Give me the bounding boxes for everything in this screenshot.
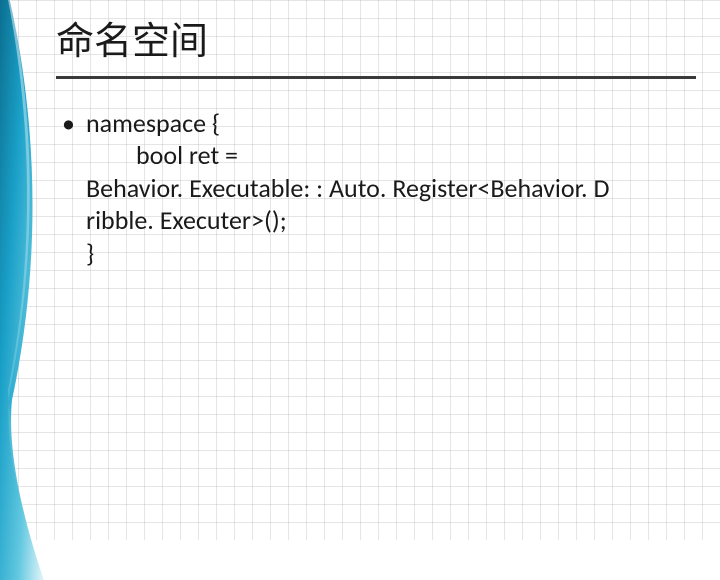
slide-content: 命名空间 namespace { bool ret = Behavior. Ex… [56, 20, 696, 269]
slide-title: 命名空间 [56, 20, 696, 66]
body-area: namespace { bool ret = Behavior. Executa… [56, 107, 696, 270]
bullet-item: namespace { bool ret = Behavior. Executa… [86, 107, 696, 270]
code-line: } [86, 237, 696, 270]
code-block: bool ret = Behavior. Executable: : Auto.… [86, 139, 696, 269]
title-divider [56, 76, 696, 79]
code-line: bool ret = [86, 139, 696, 172]
left-accent-swoosh [0, 0, 44, 580]
code-line: ribble. Executer>(); [86, 204, 696, 237]
bullet-lead-text: namespace { [86, 107, 220, 139]
code-line: Behavior. Executable: : Auto. Register<B… [86, 172, 696, 205]
